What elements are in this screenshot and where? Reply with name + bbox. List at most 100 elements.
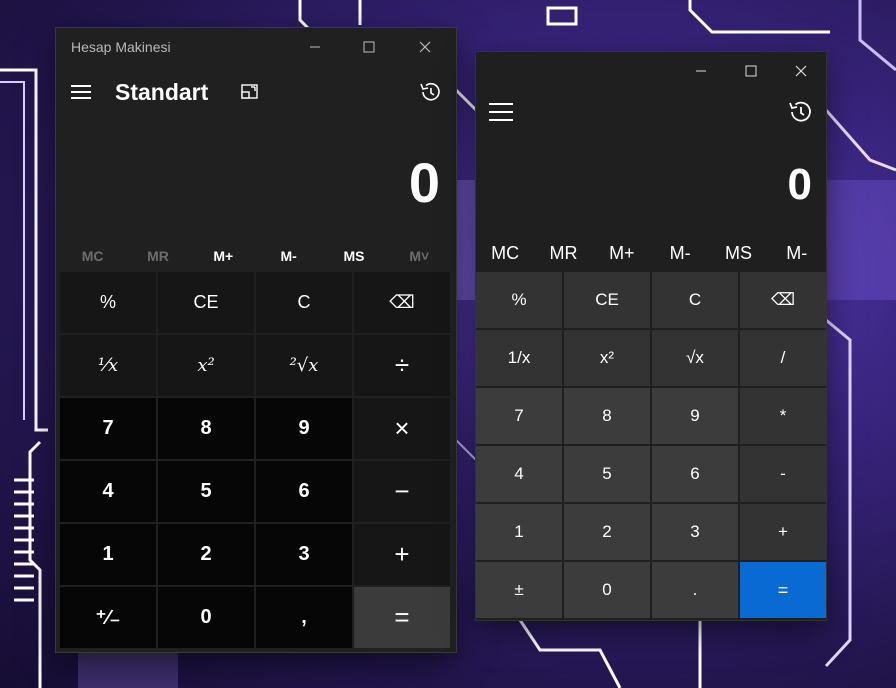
digit-3-button[interactable]: 3 (652, 504, 738, 560)
digit-9-button[interactable]: 9 (652, 388, 738, 444)
digit-2-label: 2 (602, 522, 612, 541)
digit-9-label: 9 (690, 406, 700, 425)
mode-title: Standart (115, 79, 209, 105)
minimize-icon (310, 46, 320, 48)
maximize-icon (745, 65, 757, 77)
clear-button[interactable]: C (652, 272, 738, 328)
calculator-window-standard: Hesap Makinesi Standart 0 MC MR M+ M- MS… (56, 28, 456, 652)
digit-2-button[interactable]: 2 (564, 504, 650, 560)
square-root-label: ²√x (289, 355, 319, 376)
reciprocal-button[interactable]: ¹⁄x (60, 335, 156, 396)
minimize-button[interactable] (678, 52, 724, 90)
close-button[interactable] (402, 28, 448, 66)
digit-0-label: 0 (200, 606, 212, 628)
minus-button[interactable]: - (740, 446, 826, 502)
multiply-label: * (779, 406, 787, 425)
square-label: x² (599, 348, 615, 367)
digit-6-label: 6 (298, 480, 310, 502)
close-icon (419, 41, 431, 53)
backspace-button[interactable]: ⌫ (740, 272, 826, 328)
equals-label: = (777, 579, 789, 600)
multiply-button[interactable]: × (354, 398, 450, 459)
digit-7-button[interactable]: 7 (60, 398, 156, 459)
divide-button[interactable]: / (740, 330, 826, 386)
digit-5-button[interactable]: 5 (158, 461, 254, 522)
multiply-label: × (394, 413, 410, 443)
close-button[interactable] (778, 52, 824, 90)
clear-entry-button[interactable]: CE (564, 272, 650, 328)
divide-button[interactable]: ÷ (354, 335, 450, 396)
plus-label: + (394, 539, 410, 569)
digit-3-button[interactable]: 3 (256, 524, 352, 585)
digit-5-button[interactable]: 5 (564, 446, 650, 502)
clear-entry-button[interactable]: CE (158, 272, 254, 333)
multiply-button[interactable]: * (740, 388, 826, 444)
memory-button-4[interactable]: MS (321, 240, 386, 272)
decimal-button[interactable]: , (256, 587, 352, 648)
digit-1-label: 1 (102, 543, 114, 565)
minus-button[interactable]: − (354, 461, 450, 522)
memory-button-0: MC (81, 248, 104, 264)
reciprocal-button[interactable]: 1/x (476, 330, 562, 386)
history-button[interactable] (418, 80, 442, 108)
negate-button[interactable]: ⁺⁄₋ (60, 587, 156, 648)
digit-6-button[interactable]: 6 (256, 461, 352, 522)
memory-button-1[interactable]: MR (534, 236, 592, 270)
backspace-label: ⌫ (770, 290, 796, 309)
memory-button-2[interactable]: M+ (593, 236, 651, 270)
hamburger-icon[interactable] (71, 85, 91, 99)
digit-2-button[interactable]: 2 (158, 524, 254, 585)
digit-6-button[interactable]: 6 (652, 446, 738, 502)
decimal-button[interactable]: . (652, 562, 738, 618)
memory-button-0[interactable]: MC (476, 236, 534, 270)
digit-8-button[interactable]: 8 (158, 398, 254, 459)
clear-button[interactable]: C (256, 272, 352, 333)
close-icon (795, 65, 807, 77)
keypad: % CE C ⌫ 1/x x² √x / 7 8 9 * 4 5 6 - 1 2 3 + ±0. = (476, 272, 826, 618)
equals-button[interactable]: = (354, 587, 450, 648)
equals-button[interactable]: = (740, 562, 826, 618)
digit-1-button[interactable]: 1 (60, 524, 156, 585)
square-button[interactable]: x² (158, 335, 254, 396)
plus-button[interactable]: + (354, 524, 450, 585)
decimal-label: , (301, 606, 307, 628)
memory-button-1: MR (147, 248, 169, 264)
memory-button-3[interactable]: M- (256, 240, 321, 272)
digit-5-label: 5 (602, 464, 612, 483)
digit-4-button[interactable]: 4 (476, 446, 562, 502)
square-root-button[interactable]: ²√x (256, 335, 352, 396)
keypad: % CE C ⌫ ¹⁄x x² ²√x ÷ 7 8 9 × 4 5 6 − 1 2 3 + ⁺⁄₋ 0, = (60, 272, 450, 648)
digit-1-button[interactable]: 1 (476, 504, 562, 560)
memory-button-4[interactable]: MS (709, 236, 767, 270)
digit-8-button[interactable]: 8 (564, 388, 650, 444)
digit-0-button[interactable]: 0 (158, 587, 254, 648)
negate-label: ± (514, 580, 524, 599)
memory-button-2[interactable]: M+ (191, 240, 256, 272)
square-root-button[interactable]: √x (652, 330, 738, 386)
divide-label: / (780, 348, 786, 367)
memory-bar: MC MR M+ M- MS M˅ (60, 240, 452, 272)
negate-button[interactable]: ± (476, 562, 562, 618)
digit-7-button[interactable]: 7 (476, 388, 562, 444)
window-title: Hesap Makinesi (71, 39, 171, 55)
hamburger-icon[interactable] (489, 103, 513, 121)
square-label: x² (197, 355, 215, 376)
digit-9-button[interactable]: 9 (256, 398, 352, 459)
maximize-button[interactable] (728, 52, 774, 90)
percent-button[interactable]: % (60, 272, 156, 333)
history-button[interactable] (786, 98, 814, 130)
percent-button[interactable]: % (476, 272, 562, 328)
memory-button-5[interactable]: M- (768, 236, 826, 270)
memory-button-3[interactable]: M- (651, 236, 709, 270)
maximize-button[interactable] (346, 28, 392, 66)
minimize-button[interactable] (292, 28, 338, 66)
reciprocal-label: ¹⁄x (97, 355, 119, 376)
clear-label: C (297, 292, 311, 312)
digit-0-button[interactable]: 0 (564, 562, 650, 618)
digit-4-button[interactable]: 4 (60, 461, 156, 522)
backspace-button[interactable]: ⌫ (354, 272, 450, 333)
plus-button[interactable]: + (740, 504, 826, 560)
keep-on-top-button[interactable] (240, 82, 260, 106)
reciprocal-label: 1/x (507, 348, 531, 367)
square-button[interactable]: x² (564, 330, 650, 386)
